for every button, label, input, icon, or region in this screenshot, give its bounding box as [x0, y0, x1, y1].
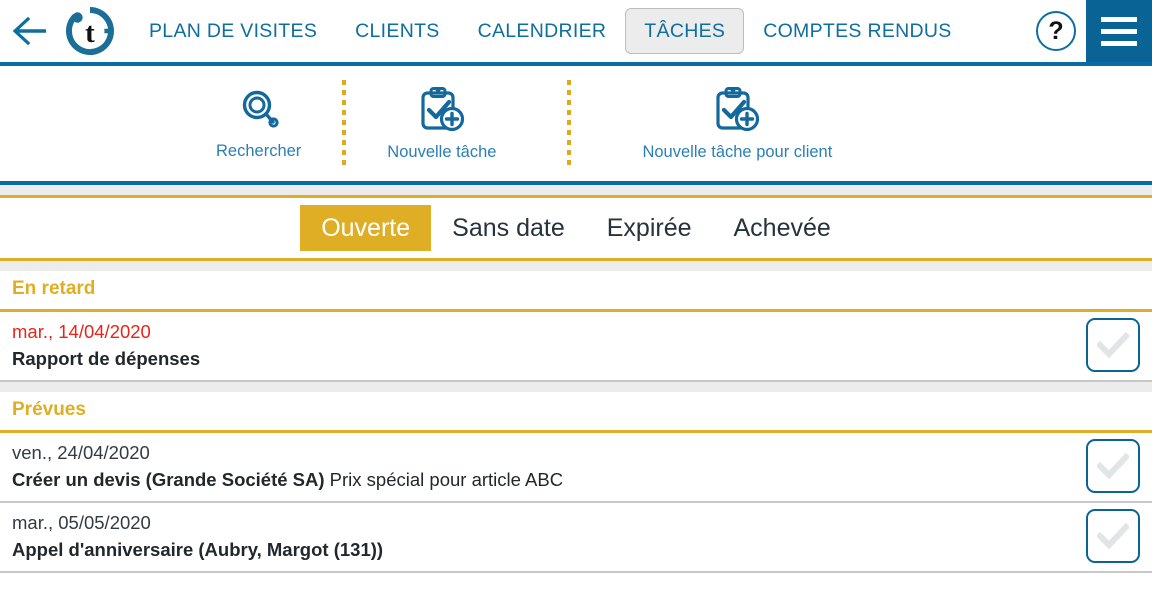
tabs-section: Ouverte Sans date Expirée Achevée	[0, 185, 1152, 271]
toolbar-label-nouvelle-tache: Nouvelle tâche	[387, 142, 497, 161]
task-title-detail: Prix spécial pour article ABC	[324, 468, 564, 490]
group-header-en-retard: En retard	[0, 271, 1152, 309]
group-gap-band	[0, 382, 1152, 392]
task-list: En retard mar., 14/04/2020 Rapport de dé…	[0, 271, 1152, 573]
hamburger-line-2	[1101, 28, 1137, 34]
toolbar-separator-1	[342, 79, 347, 168]
task-title: Appel d'anniversaire (Aubry, Margot (131…	[12, 536, 1082, 563]
svg-text:t: t	[85, 17, 95, 49]
hamburger-line-3	[1101, 40, 1137, 46]
nav-item-calendrier[interactable]: CALENDRIER	[459, 8, 626, 54]
task-complete-checkbox[interactable]	[1086, 318, 1140, 372]
arrow-left-icon	[12, 16, 46, 46]
hamburger-line-1	[1101, 16, 1137, 22]
task-title: Créer un devis (Grande Société SA) Prix …	[12, 466, 1082, 493]
task-complete-checkbox[interactable]	[1086, 439, 1140, 493]
toolbar-button-rechercher[interactable]: Rechercher	[216, 87, 301, 161]
toolbar-button-nouvelle-tache-pour-client[interactable]: Nouvelle tâche pour client	[642, 86, 832, 162]
nav-links: PLAN DE VISITES CLIENTS CALENDRIER TÂCHE…	[130, 0, 1026, 62]
checkmark-icon	[1097, 523, 1129, 549]
table-row[interactable]: mar., 05/05/2020 Appel d'anniversaire (A…	[0, 503, 1152, 573]
task-row-content: mar., 05/05/2020 Appel d'anniversaire (A…	[12, 510, 1082, 563]
clipboard-check-plus-icon	[421, 86, 464, 131]
clipboard-check-plus-client-icon	[716, 86, 760, 131]
task-row-content: ven., 24/04/2020 Créer un devis (Grande …	[12, 440, 1082, 493]
tab-sans-date[interactable]: Sans date	[431, 205, 586, 251]
task-due-date: mar., 14/04/2020	[12, 320, 151, 342]
tab-ouverte[interactable]: Ouverte	[300, 205, 432, 251]
back-button[interactable]	[0, 0, 62, 62]
checkmark-icon	[1097, 453, 1129, 479]
task-due-date: ven., 24/04/2020	[12, 441, 150, 463]
nav-item-taches[interactable]: TÂCHES	[625, 8, 745, 54]
task-complete-checkbox[interactable]	[1086, 509, 1140, 563]
action-toolbar: Rechercher Nouvelle tâche Nouvelle tâche…	[0, 66, 1152, 181]
tabs-bottom-band	[0, 261, 1152, 271]
task-filter-tabs: Ouverte Sans date Expirée Achevée	[0, 198, 1152, 258]
task-row-content: mar., 14/04/2020 Rapport de dépenses	[12, 319, 1082, 372]
toolbar-label-rechercher: Rechercher	[216, 141, 302, 160]
tab-expiree[interactable]: Expirée	[586, 205, 713, 251]
search-icon	[242, 90, 279, 128]
table-row[interactable]: mar., 14/04/2020 Rapport de dépenses	[0, 312, 1152, 382]
help-question-icon: ?	[1036, 11, 1076, 51]
task-title-bold: Rapport de dépenses	[12, 347, 201, 369]
task-title-bold: Créer un devis (Grande Société SA)	[12, 468, 325, 490]
toolbar-button-nouvelle-tache[interactable]: Nouvelle tâche	[387, 86, 496, 162]
nav-item-comptes-rendus[interactable]: COMPTES RENDUS	[744, 8, 970, 54]
group-header-prevues: Prévues	[0, 392, 1152, 430]
help-button[interactable]: ?	[1026, 11, 1086, 51]
top-navigation-bar: t PLAN DE VISITES CLIENTS CALENDRIER TÂC…	[0, 0, 1152, 62]
app-logo[interactable]: t	[62, 3, 118, 59]
task-due-date: mar., 05/05/2020	[12, 511, 151, 533]
checkmark-icon	[1097, 332, 1129, 358]
toolbar-separator-2	[567, 79, 572, 168]
hamburger-menu-button[interactable]	[1086, 0, 1152, 62]
task-complete-cell	[1082, 509, 1140, 563]
task-complete-cell	[1082, 439, 1140, 493]
task-title-bold: Appel d'anniversaire (Aubry, Margot (131…	[12, 538, 384, 560]
toolbar-label-nouvelle-tache-pour-client: Nouvelle tâche pour client	[642, 142, 833, 161]
tabs-top-band	[0, 185, 1152, 195]
tolina-t-logo-icon: t	[66, 7, 114, 55]
task-complete-cell	[1082, 318, 1140, 372]
nav-item-plan-de-visites[interactable]: PLAN DE VISITES	[130, 8, 336, 54]
table-row[interactable]: ven., 24/04/2020 Créer un devis (Grande …	[0, 433, 1152, 503]
tab-achevee[interactable]: Achevée	[713, 205, 852, 251]
task-title: Rapport de dépenses	[12, 345, 1082, 372]
nav-item-clients[interactable]: CLIENTS	[336, 8, 458, 54]
